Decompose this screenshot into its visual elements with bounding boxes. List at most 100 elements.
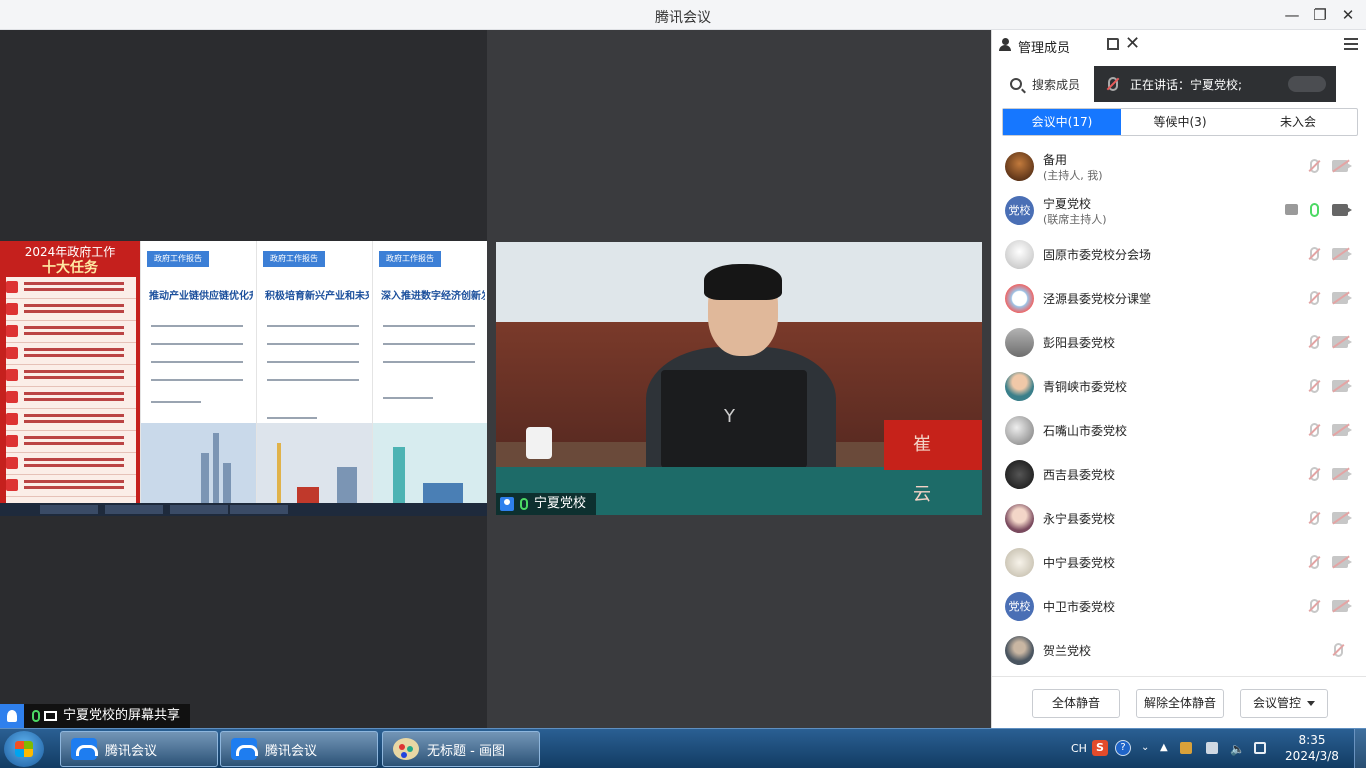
member-role: (联席主持人) — [1043, 213, 1107, 226]
tencent-meeting-icon — [71, 738, 98, 760]
speaker-app-icon[interactable] — [1180, 742, 1192, 754]
audio-wave-icon — [1288, 76, 1326, 92]
mic-icon — [32, 710, 40, 722]
task-list-poster: 2024年政府工作 十大任务 — [0, 241, 140, 503]
screen-share-label-text: 宁夏党校的屏幕共享 — [63, 708, 181, 723]
taskbar-item-label: 无标题 - 画图 — [427, 743, 505, 759]
camera-off-icon[interactable] — [1332, 380, 1352, 392]
screen-share-view[interactable]: 2024年政府工作 十大任务 政府工作报告 推动产业链供应链优化升级 政府工作报… — [0, 241, 487, 516]
mic-muted-icon[interactable] — [1310, 555, 1319, 569]
mute-all-button[interactable]: 全体静音 — [1032, 689, 1120, 718]
help-icon[interactable]: ? — [1115, 740, 1131, 756]
camera-off-icon[interactable] — [1332, 468, 1352, 480]
screen-share-icon — [1285, 204, 1298, 215]
language-indicator[interactable]: CH — [1071, 742, 1087, 755]
meeting-control-button[interactable]: 会议管控 — [1240, 689, 1328, 718]
tab-not-joined[interactable]: 未入会 — [1239, 109, 1357, 135]
volume-icon[interactable]: 🔈 — [1230, 742, 1245, 756]
close-icon[interactable]: ✕ — [1125, 33, 1140, 54]
meeting-control-label: 会议管控 — [1252, 696, 1301, 710]
clock-time: 8:35 — [1298, 733, 1326, 747]
member-search[interactable] — [1002, 68, 1096, 102]
member-row[interactable]: 党校 宁夏党校 (联席主持人) — [992, 188, 1366, 232]
taskbar-item-label: 腾讯会议 — [105, 743, 158, 759]
mic-muted-icon[interactable] — [1310, 247, 1319, 261]
camera-off-icon[interactable] — [1332, 556, 1352, 568]
screen-share-label: 宁夏党校的屏幕共享 — [0, 704, 191, 728]
camera-off-icon[interactable] — [1332, 424, 1352, 436]
tab-waiting[interactable]: 等候中(3) — [1121, 109, 1239, 135]
mic-muted-icon[interactable] — [1310, 379, 1319, 393]
taskbar-item-meeting-2[interactable]: 腾讯会议 — [220, 731, 378, 767]
member-row[interactable]: 永宁县委党校 — [992, 496, 1366, 540]
member-row[interactable]: 石嘴山市委党校 — [992, 408, 1366, 452]
avatar — [1005, 372, 1034, 401]
member-name: 贺兰党校 — [1043, 644, 1092, 658]
restore-icon[interactable]: ❐ — [1310, 5, 1330, 25]
camera-off-icon[interactable] — [1332, 600, 1352, 612]
avatar: 党校 — [1005, 592, 1034, 621]
device-icon[interactable] — [1206, 742, 1218, 754]
mic-on-icon[interactable] — [1310, 203, 1319, 217]
show-hidden-icons-icon[interactable]: ▲ — [1160, 742, 1172, 754]
user-icon — [0, 704, 24, 728]
panel-heading: 推动产业链供应链优化升级 — [149, 291, 253, 302]
member-name: 泾源县委党校分课堂 — [1043, 292, 1152, 306]
show-desktop-button[interactable] — [1354, 729, 1366, 768]
mic-muted-icon[interactable] — [1310, 511, 1319, 525]
avatar — [1005, 152, 1034, 181]
avatar — [1005, 328, 1034, 357]
member-row[interactable]: 彭阳县委党校 — [992, 320, 1366, 364]
unmute-all-button[interactable]: 解除全体静音 — [1136, 689, 1224, 718]
os-taskbar: 腾讯会议 腾讯会议 无标题 - 画图 CH S ? ⌄ ▲ 🔈 8:35 202… — [0, 728, 1366, 768]
speaking-text: 正在讲话：宁夏党校; — [1130, 77, 1243, 92]
avatar — [1005, 548, 1034, 577]
member-name: 西吉县委党校 — [1043, 468, 1116, 482]
poster-subtitle: 十大任务 — [42, 260, 98, 276]
person-icon — [999, 38, 1011, 51]
member-row[interactable]: 贺兰党校 — [992, 628, 1366, 672]
camera-on-icon[interactable] — [1332, 204, 1352, 216]
mic-muted-icon[interactable] — [1310, 335, 1319, 349]
tab-in-meeting[interactable]: 会议中(17) — [1003, 109, 1121, 135]
sogou-ime-icon[interactable]: S — [1092, 740, 1108, 756]
speaker-video[interactable]: 崔 云 宁夏党校 — [496, 242, 982, 515]
start-button[interactable] — [4, 731, 44, 767]
member-row[interactable]: 青铜峡市委党校 — [992, 364, 1366, 408]
mic-muted-icon[interactable] — [1310, 291, 1319, 305]
member-row[interactable]: 备用 (主持人, 我) — [992, 144, 1366, 188]
shared-taskbar-strip — [0, 503, 487, 516]
camera-off-icon[interactable] — [1332, 336, 1352, 348]
report-panel-1: 政府工作报告 推动产业链供应链优化升级 — [140, 241, 256, 503]
taskbar-item-label: 腾讯会议 — [265, 743, 318, 759]
member-name: 中卫市委党校 — [1043, 600, 1116, 614]
network-icon[interactable] — [1254, 742, 1266, 754]
member-row[interactable]: 固原市委党校分会场 — [992, 232, 1366, 276]
taskbar-item-paint[interactable]: 无标题 - 画图 — [382, 731, 540, 767]
popout-icon[interactable] — [1107, 38, 1119, 50]
chevron-down-icon[interactable]: ⌄ — [1141, 742, 1153, 754]
panel-heading: 深入推进数字经济创新发展 — [381, 291, 485, 302]
member-row[interactable]: 西吉县委党校 — [992, 452, 1366, 496]
close-window-icon[interactable]: ✕ — [1338, 5, 1358, 25]
mic-muted-icon[interactable] — [1310, 599, 1319, 613]
camera-off-icon[interactable] — [1332, 160, 1352, 172]
menu-icon[interactable] — [1344, 38, 1358, 50]
camera-off-icon[interactable] — [1332, 248, 1352, 260]
mic-muted-icon[interactable] — [1334, 643, 1343, 657]
taskbar-item-meeting-1[interactable]: 腾讯会议 — [60, 731, 218, 767]
mic-muted-icon[interactable] — [1310, 423, 1319, 437]
mic-muted-icon[interactable] — [1310, 467, 1319, 481]
member-panel: 管理成员 ✕ 正在讲话：宁夏党校; 会议中(17) 等候中(3) 未入会 备用 … — [991, 30, 1366, 728]
taskbar-clock[interactable]: 8:35 2024/3/8 — [1282, 732, 1342, 764]
member-row[interactable]: 党校 中卫市委党校 — [992, 584, 1366, 628]
camera-off-icon[interactable] — [1332, 292, 1352, 304]
search-input[interactable] — [1032, 76, 1094, 94]
member-row[interactable]: 泾源县委党校分课堂 — [992, 276, 1366, 320]
laptop — [661, 370, 807, 468]
camera-off-icon[interactable] — [1332, 512, 1352, 524]
member-row[interactable]: 中宁县委党校 — [992, 540, 1366, 584]
minimize-icon[interactable]: — — [1282, 5, 1302, 25]
member-panel-footer: 全体静音 解除全体静音 会议管控 — [992, 676, 1366, 728]
mic-muted-icon[interactable] — [1310, 159, 1319, 173]
